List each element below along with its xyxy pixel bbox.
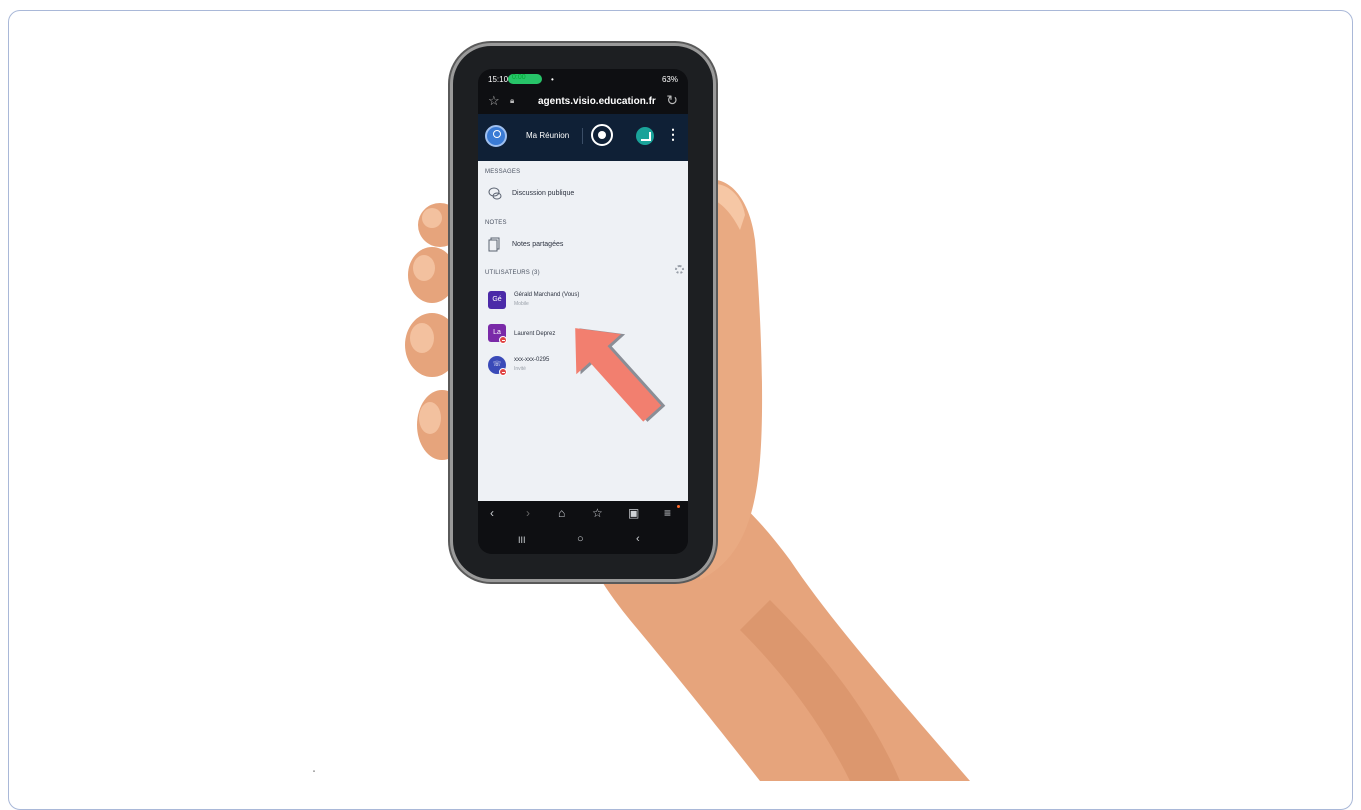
pointer-arrow-annotation bbox=[575, 328, 666, 422]
footer-mark: " bbox=[313, 771, 316, 777]
